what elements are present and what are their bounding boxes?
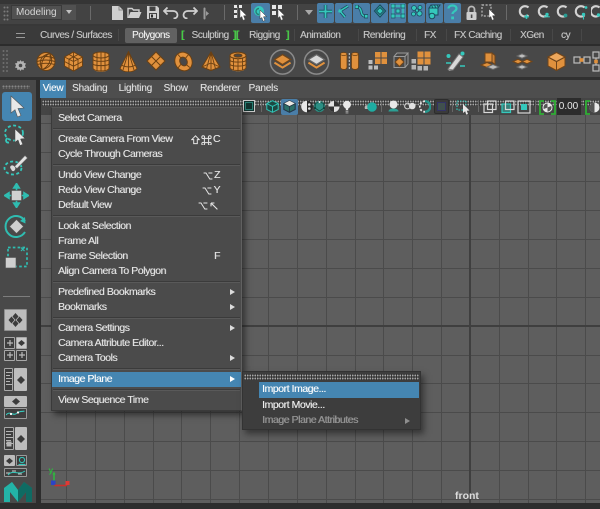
svg-text:y: y (49, 465, 54, 475)
